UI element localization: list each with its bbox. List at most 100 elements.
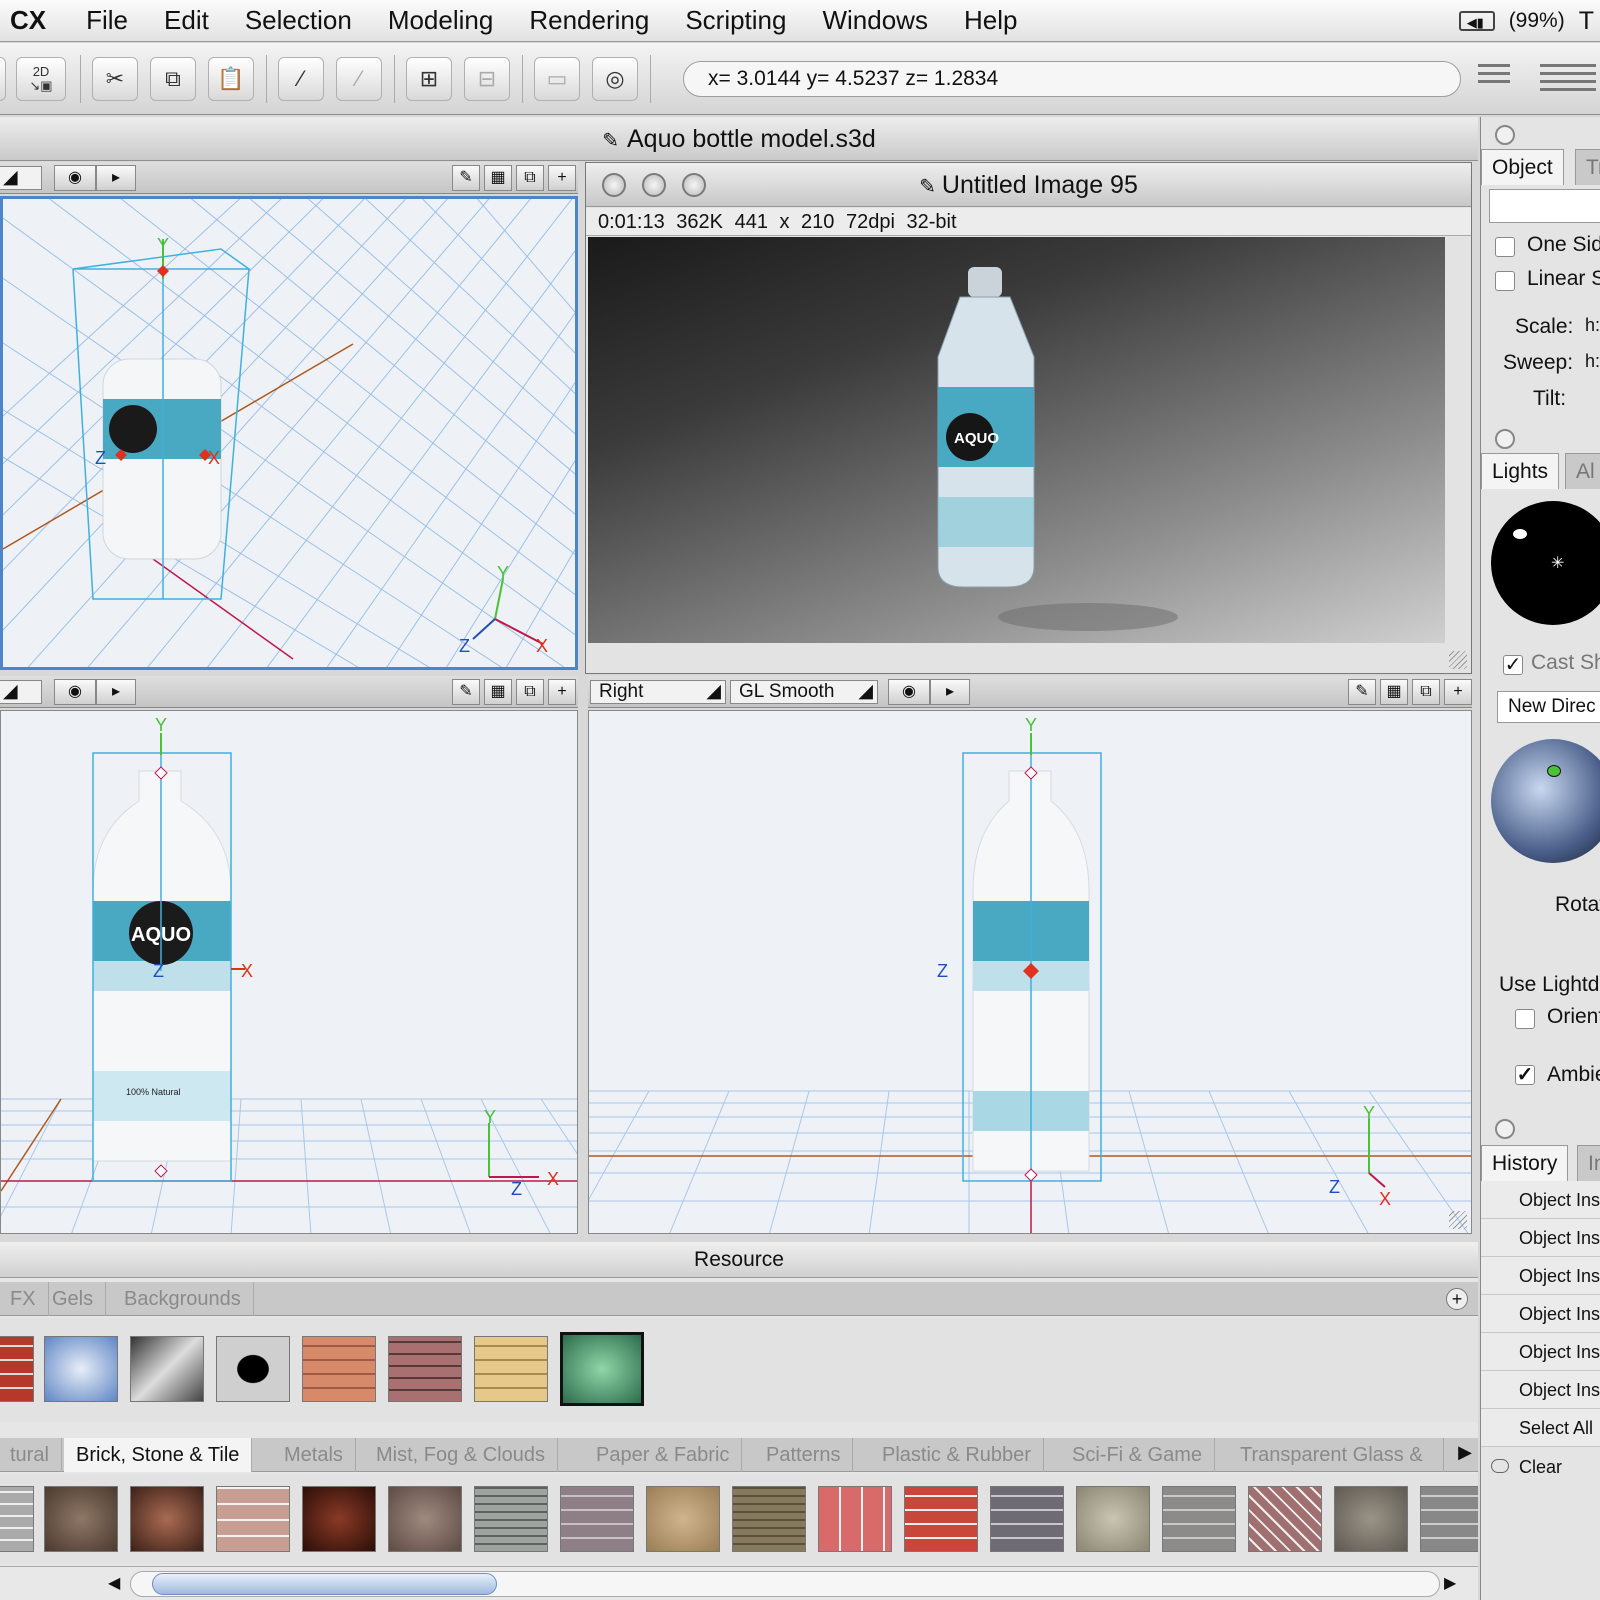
texture-thumbnail[interactable] (732, 1486, 806, 1552)
texture-thumbnail[interactable] (216, 1486, 290, 1552)
resize-grip-icon[interactable] (1449, 651, 1467, 669)
add-view-icon[interactable]: + (548, 679, 576, 705)
tab-patterns[interactable]: Patterns (754, 1438, 854, 1472)
cut-icon[interactable]: ✂ (92, 57, 138, 101)
add-resource-icon[interactable]: + (1446, 1288, 1468, 1310)
menu-windows[interactable]: Windows (804, 5, 945, 36)
window-icon[interactable]: ⧉ (1412, 679, 1440, 705)
close-button[interactable] (602, 173, 626, 197)
viewport-front[interactable]: AQUO 100% Natural Y X Z Y X Z (0, 710, 578, 1234)
tool-partial-icon[interactable] (0, 57, 6, 101)
grid-icon[interactable]: ▦ (1380, 679, 1408, 705)
grid-icon[interactable]: ▦ (484, 165, 512, 191)
view-select-right[interactable]: Right ◢ (590, 680, 726, 704)
document-titlebar[interactable]: ✎ Aquo bottle model.s3d (0, 117, 1478, 161)
new-direct-button[interactable]: New Direc (1497, 691, 1600, 723)
display-mode-icon[interactable]: ▸ (96, 679, 136, 705)
tab-brick-stone-tile[interactable]: Brick, Stone & Tile (64, 1438, 253, 1472)
eye-icon[interactable]: ◉ (54, 679, 96, 705)
grid-icon[interactable]: ▦ (484, 679, 512, 705)
tab-gels[interactable]: Gels (40, 1282, 107, 1316)
history-item[interactable]: Object Ins (1481, 1219, 1600, 1257)
tab-scifi-game[interactable]: Sci-Fi & Game (1060, 1438, 1216, 1472)
texture-thumbnail[interactable] (818, 1486, 892, 1552)
history-clear-button[interactable]: Clear (1481, 1447, 1600, 1487)
group-icon[interactable]: ⊞ (406, 57, 452, 101)
orient-checkbox[interactable] (1515, 1009, 1535, 1029)
tab-transform[interactable]: Tr (1575, 149, 1600, 185)
texture-thumbnail[interactable] (904, 1486, 978, 1552)
texture-thumbnail[interactable] (0, 1486, 34, 1552)
tab-paper-fabric[interactable]: Paper & Fabric (584, 1438, 743, 1472)
menu-selection[interactable]: Selection (227, 5, 370, 36)
paste-icon[interactable]: 📋 (208, 57, 254, 101)
wand-disabled-icon[interactable]: ⁄ (336, 57, 382, 101)
ungroup-icon[interactable]: ⊟ (464, 57, 510, 101)
texture-thumbnail[interactable] (1076, 1486, 1150, 1552)
viewport-perspective[interactable]: Y X Z X Z Y (0, 196, 578, 670)
texture-thumbnail[interactable] (130, 1486, 204, 1552)
tab-object[interactable]: Object (1481, 149, 1564, 185)
menu-edit[interactable]: Edit (146, 5, 227, 36)
texture-thumbnail[interactable] (646, 1486, 720, 1552)
render-mode-select[interactable]: GL Smooth ◢ (730, 680, 878, 704)
zoom-button[interactable] (682, 173, 706, 197)
resource-scrollbar[interactable]: ◀ ▶ (0, 1566, 1478, 1600)
gel-thumbnail[interactable] (388, 1336, 462, 1402)
texture-thumbnail[interactable] (560, 1486, 634, 1552)
render-window[interactable]: ✎ Untitled Image 95 0:01:13 362K 441 x 21… (585, 162, 1472, 674)
eye-icon[interactable]: ◉ (888, 679, 930, 705)
history-item[interactable]: Object Ins (1481, 1333, 1600, 1371)
light-direction-globe[interactable]: ✳ (1491, 501, 1600, 625)
menu-file[interactable]: File (68, 5, 146, 36)
tab-atmosphere[interactable]: Al (1565, 453, 1600, 489)
list-menu-icon[interactable] (1478, 59, 1510, 95)
view-selector-bl[interactable]: ◢ (0, 680, 42, 704)
window-icon[interactable]: ⧉ (516, 165, 544, 191)
gel-thumbnail[interactable] (0, 1336, 34, 1402)
eye-icon[interactable]: ◉ (54, 165, 96, 191)
menu-rendering[interactable]: Rendering (511, 5, 667, 36)
align-icon[interactable]: ▭ (534, 57, 580, 101)
battery-icon[interactable]: ◀▮ (1458, 11, 1495, 31)
linear-checkbox[interactable] (1495, 271, 1515, 291)
panel-menu-icon[interactable] (1540, 59, 1596, 95)
copy-icon[interactable]: ⧉ (150, 57, 196, 101)
history-item[interactable]: Object Ins (1481, 1295, 1600, 1333)
tab-plastic-rubber[interactable]: Plastic & Rubber (870, 1438, 1044, 1472)
texture-thumbnail[interactable] (388, 1486, 462, 1552)
viewport-right[interactable]: Y Z Y X Z (588, 710, 1472, 1234)
texture-thumbnail[interactable] (302, 1486, 376, 1552)
gel-thumbnail[interactable] (474, 1336, 548, 1402)
texture-thumbnail[interactable] (1420, 1486, 1478, 1552)
texture-thumbnail[interactable] (1162, 1486, 1236, 1552)
one-sided-checkbox[interactable] (1495, 237, 1515, 257)
history-item[interactable]: Object Ins (1481, 1181, 1600, 1219)
history-item[interactable]: Object Ins (1481, 1371, 1600, 1409)
pencil-icon[interactable]: ✎ (452, 165, 480, 191)
tab-mist-fog-clouds[interactable]: Mist, Fog & Clouds (364, 1438, 558, 1472)
history-item[interactable]: Object Ins (1481, 1257, 1600, 1295)
menu-help[interactable]: Help (946, 5, 1035, 36)
lights-panel-button[interactable] (1495, 429, 1515, 449)
display-mode-icon[interactable]: ▸ (96, 165, 136, 191)
app-menu[interactable]: CX (0, 5, 68, 36)
magic-wand-icon[interactable]: ⁄ (278, 57, 324, 101)
texture-thumbnail[interactable] (44, 1486, 118, 1552)
gel-thumbnail[interactable] (44, 1336, 118, 1402)
menu-extra[interactable]: T (1579, 7, 1594, 36)
scroll-left-icon[interactable]: ◀ (108, 1573, 120, 1593)
pencil-icon[interactable]: ✎ (1348, 679, 1376, 705)
gel-thumbnail[interactable] (216, 1336, 290, 1402)
tab-lights[interactable]: Lights (1481, 453, 1560, 489)
history-panel-button[interactable] (1495, 1119, 1515, 1139)
texture-thumbnail[interactable] (1248, 1486, 1322, 1552)
cast-shadows-checkbox[interactable]: ✓ (1503, 655, 1523, 675)
tab-history[interactable]: History (1481, 1145, 1569, 1181)
display-mode-icon[interactable]: ▸ (930, 679, 970, 705)
pencil-icon[interactable]: ✎ (452, 679, 480, 705)
scroll-right-icon[interactable]: ▶ (1444, 1573, 1456, 1593)
tab-backgrounds[interactable]: Backgrounds (112, 1282, 254, 1316)
gel-thumbnail[interactable] (302, 1336, 376, 1402)
ambient-checkbox[interactable]: ✓ (1515, 1065, 1535, 1085)
